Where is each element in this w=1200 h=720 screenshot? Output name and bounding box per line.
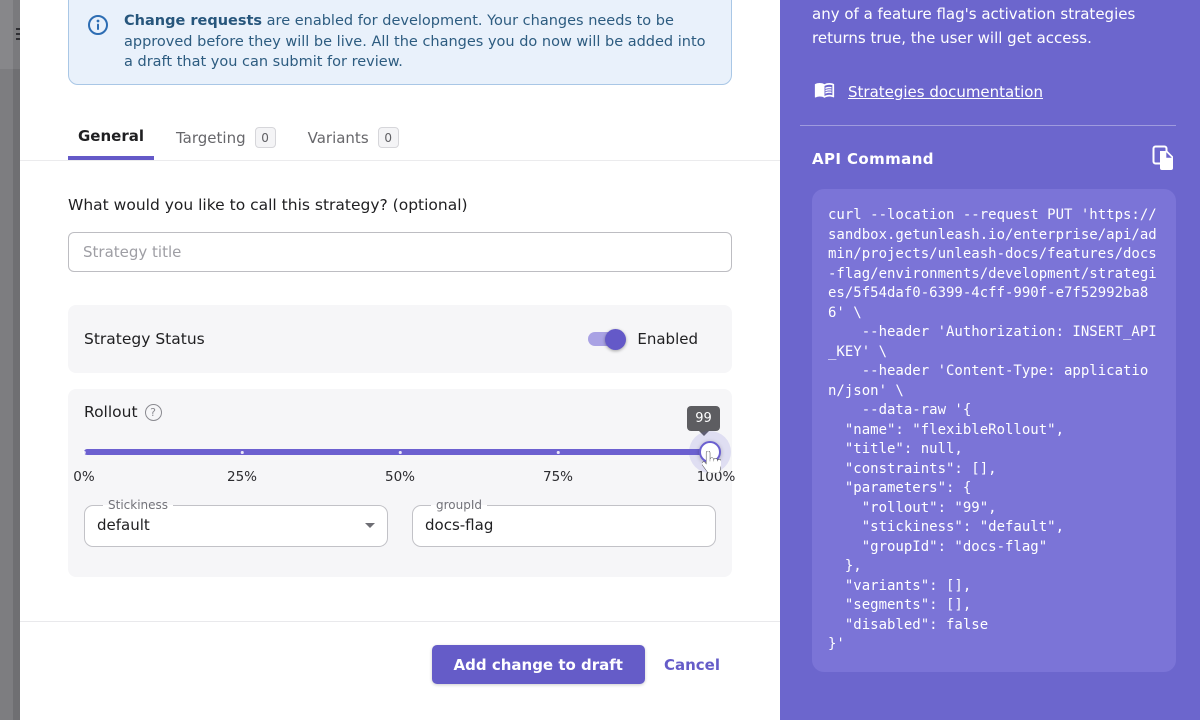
- strategy-status-label: Strategy Status: [84, 330, 205, 348]
- strategy-status-toggle[interactable]: [588, 332, 624, 346]
- strategy-title-input[interactable]: [68, 232, 732, 272]
- tab-targeting[interactable]: Targeting 0: [166, 115, 286, 160]
- slider-scale-label: 50%: [385, 469, 415, 485]
- rollout-label: Rollout: [84, 403, 138, 421]
- sidebar-divider: [800, 125, 1176, 126]
- strategies-documentation-link[interactable]: Strategies documentation: [848, 83, 1043, 101]
- stickiness-select[interactable]: Stickiness default: [84, 499, 388, 547]
- groupid-input[interactable]: [425, 516, 703, 534]
- slider-mark: [399, 451, 402, 454]
- copy-icon[interactable]: [1152, 145, 1176, 172]
- strategy-tabs: General Targeting 0 Variants 0: [20, 115, 780, 161]
- chevron-down-icon: [365, 523, 375, 528]
- strategy-form-panel: Change requests are enabled for developm…: [20, 0, 780, 720]
- targeting-count-badge: 0: [255, 127, 276, 148]
- info-icon: [87, 14, 109, 84]
- slider-mark: [241, 451, 244, 454]
- api-command-code[interactable]: curl --location --request PUT 'https:// …: [812, 189, 1176, 672]
- modal-backdrop: [0, 0, 20, 720]
- cancel-button[interactable]: Cancel: [664, 656, 720, 674]
- change-requests-alert: Change requests are enabled for developm…: [68, 0, 732, 85]
- add-change-to-draft-button[interactable]: Add change to draft: [432, 645, 645, 684]
- book-icon: [812, 79, 837, 104]
- rollout-value-tooltip: 99: [687, 406, 720, 431]
- slider-scale-label: 25%: [227, 469, 257, 485]
- tab-label: General: [78, 127, 144, 145]
- tab-label: Variants: [308, 129, 369, 147]
- stickiness-label: Stickiness: [103, 499, 173, 512]
- slider-mark: [557, 451, 560, 454]
- slider-scale: 0% 25% 50% 75% 100%: [84, 469, 716, 485]
- strategy-title-question: What would you like to call this strateg…: [68, 196, 468, 214]
- alert-text: Change requests are enabled for developm…: [124, 11, 707, 84]
- tab-variants[interactable]: Variants 0: [298, 115, 409, 160]
- stickiness-value: default: [97, 516, 150, 534]
- tab-label: Targeting: [176, 129, 246, 147]
- slider-scale-label: 0%: [73, 469, 94, 485]
- toggle-thumb: [605, 329, 626, 350]
- slider-scale-label: 100%: [697, 469, 736, 485]
- rollout-slider[interactable]: [84, 446, 716, 458]
- variants-count-badge: 0: [378, 127, 399, 148]
- strategy-status-value: Enabled: [637, 330, 698, 348]
- rollout-card: Rollout ? 99 0% 25% 50% 75% 100% Stickin…: [68, 389, 732, 577]
- tab-general[interactable]: General: [68, 115, 154, 160]
- footer-actions: Add change to draft Cancel: [20, 645, 780, 684]
- strategy-status-card: Strategy Status Enabled: [68, 305, 732, 373]
- slider-mark: [83, 451, 86, 454]
- strategy-intro-text: any of a feature flag's activation strat…: [812, 2, 1156, 50]
- backdrop-band: [0, 0, 13, 720]
- api-command-title: API Command: [812, 150, 934, 168]
- groupid-field: groupId: [412, 499, 716, 547]
- backdrop-band: [13, 0, 20, 720]
- slider-thumb[interactable]: [699, 441, 721, 463]
- help-icon[interactable]: ?: [145, 404, 162, 421]
- strategy-help-sidebar: any of a feature flag's activation strat…: [780, 0, 1200, 720]
- groupid-label: groupId: [431, 499, 487, 512]
- slider-scale-label: 75%: [543, 469, 573, 485]
- footer-divider: [20, 621, 780, 622]
